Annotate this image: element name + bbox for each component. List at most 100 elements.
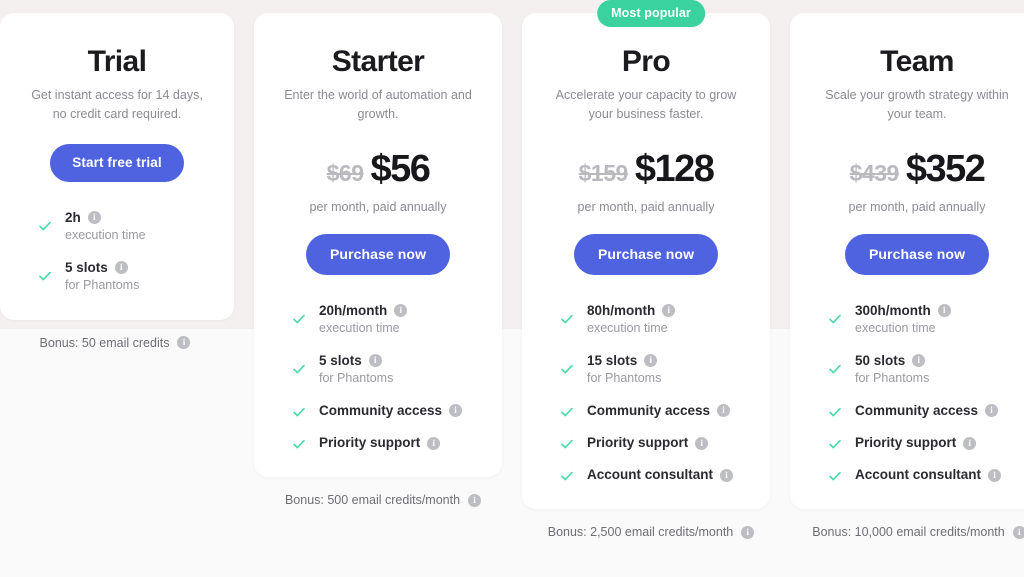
purchase-now-button[interactable]: Purchase now (844, 233, 990, 275)
check-icon (828, 362, 842, 376)
purchase-now-button[interactable]: Purchase now (573, 233, 719, 275)
feature-title: Account consultant i (587, 467, 748, 483)
info-icon[interactable]: i (394, 304, 408, 318)
feature-title: Community access i (319, 403, 480, 419)
pricing-card-starter[interactable]: Starter Enter the world of automation an… (254, 13, 502, 478)
check-icon (828, 469, 842, 483)
feature-item: Priority support i (828, 435, 1022, 451)
start-free-trial-button[interactable]: Start free trial (50, 143, 184, 182)
info-icon[interactable]: i (662, 304, 676, 318)
bonus-row: Bonus: 500 email credits/month i (254, 493, 512, 507)
info-icon[interactable]: i (963, 436, 977, 450)
bonus-row: Bonus: 50 email credits i (0, 336, 244, 350)
feature-title-text: 300h/month (855, 302, 931, 318)
pricing-page: Trial Get instant access for 14 days, no… (0, 0, 1024, 577)
info-icon[interactable]: i (937, 304, 951, 318)
plan-name: Starter (331, 45, 425, 78)
feature-body: 5 slots i for Phantoms (65, 260, 212, 294)
feature-item: Account consultant i (828, 467, 1022, 483)
feature-body: Account consultant i (587, 467, 748, 483)
feature-title: Priority support i (855, 435, 1022, 451)
feature-body: Account consultant i (855, 467, 1022, 483)
pricing-card-trial[interactable]: Trial Get instant access for 14 days, no… (0, 13, 234, 320)
price-current: $56 (370, 147, 430, 190)
feature-title-text: 2h (65, 209, 81, 225)
pricing-column-starter: Starter Enter the world of automation an… (254, 0, 512, 507)
pricing-column-trial: Trial Get instant access for 14 days, no… (0, 0, 244, 350)
feature-title-text: 80h/month (587, 302, 656, 318)
feature-item: 300h/month i execution time (828, 303, 1022, 337)
feature-body: 5 slots i for Phantoms (319, 353, 480, 387)
plan-name: Trial (87, 45, 147, 78)
pricing-column-team: Team Scale your growth strategy within y… (790, 0, 1024, 539)
price-original: $69 (326, 159, 364, 186)
info-icon[interactable]: i (717, 404, 731, 418)
check-icon (828, 312, 842, 326)
feature-title-text: Account consultant (587, 467, 714, 483)
bonus-text: Bonus: 50 email credits (39, 335, 170, 350)
feature-body: 2h i execution time (65, 210, 212, 244)
feature-body: Priority support i (855, 435, 1022, 451)
feature-list: 80h/month i execution time 15 slots i fo… (544, 303, 748, 484)
check-icon (560, 405, 574, 419)
pricing-card-team[interactable]: Team Scale your growth strategy within y… (790, 13, 1024, 510)
pricing-card-list: Trial Get instant access for 14 days, no… (0, 0, 1024, 577)
feature-title: 15 slots i (587, 353, 748, 369)
pricing-card-pro[interactable]: Pro Accelerate your capacity to grow you… (522, 13, 770, 510)
check-icon (292, 312, 306, 326)
info-icon[interactable]: i (741, 525, 755, 539)
price-original: $159 (578, 159, 629, 186)
feature-list: 2h i execution time 5 slots i for Phanto… (22, 210, 212, 294)
feature-title-text: 15 slots (587, 352, 638, 368)
feature-body: Priority support i (587, 435, 748, 451)
price-row: $159 $128 (544, 150, 748, 188)
check-icon (828, 405, 842, 419)
price-current: $128 (634, 147, 715, 190)
price-note: per month, paid annually (309, 199, 447, 214)
feature-title: 50 slots i (855, 353, 1022, 369)
info-icon[interactable]: i (87, 211, 101, 225)
info-icon[interactable]: i (368, 354, 382, 368)
info-icon[interactable]: i (988, 468, 1002, 482)
plan-description: Accelerate your capacity to grow your bu… (555, 88, 737, 121)
info-icon[interactable]: i (427, 436, 441, 450)
plan-name: Pro (621, 45, 671, 78)
price-current: $352 (905, 147, 986, 190)
price-row: $439 $352 (812, 150, 1022, 188)
feature-title-text: Community access (587, 402, 711, 418)
info-icon[interactable]: i (720, 468, 734, 482)
info-icon[interactable]: i (1012, 525, 1024, 539)
feature-list: 300h/month i execution time 50 slots i f… (812, 303, 1022, 484)
check-icon (560, 437, 574, 451)
feature-body: 15 slots i for Phantoms (587, 353, 748, 387)
info-icon[interactable]: i (449, 404, 463, 418)
feature-title-text: 20h/month (319, 302, 388, 318)
plan-description: Enter the world of automation and growth… (284, 88, 472, 121)
feature-subtitle: for Phantoms (855, 370, 930, 385)
feature-title: 20h/month i (319, 303, 480, 319)
feature-title-text: Community access (855, 402, 979, 418)
most-popular-badge: Most popular (597, 0, 705, 27)
plan-description: Get instant access for 14 days, no credi… (31, 88, 203, 121)
info-icon[interactable]: i (468, 493, 482, 507)
feature-title: Priority support i (319, 435, 480, 451)
feature-body: 20h/month i execution time (319, 303, 480, 337)
feature-item: Community access i (828, 403, 1022, 419)
bonus-text: Bonus: 2,500 email credits/month (547, 525, 734, 540)
info-icon[interactable]: i (985, 404, 999, 418)
feature-item: 5 slots i for Phantoms (38, 260, 212, 294)
info-icon[interactable]: i (177, 336, 191, 350)
info-icon[interactable]: i (695, 436, 709, 450)
purchase-now-button[interactable]: Purchase now (305, 233, 451, 275)
price-original: $439 (849, 159, 900, 186)
info-icon[interactable]: i (114, 261, 128, 275)
feature-item: 5 slots i for Phantoms (292, 353, 480, 387)
info-icon[interactable]: i (912, 354, 926, 368)
feature-body: 80h/month i execution time (587, 303, 748, 337)
info-icon[interactable]: i (644, 354, 658, 368)
feature-title: 2h i (65, 210, 212, 226)
bonus-row: Bonus: 2,500 email credits/month i (522, 525, 780, 539)
feature-item: Community access i (560, 403, 748, 419)
feature-item: 20h/month i execution time (292, 303, 480, 337)
bonus-text: Bonus: 10,000 email credits/month (812, 525, 1005, 540)
